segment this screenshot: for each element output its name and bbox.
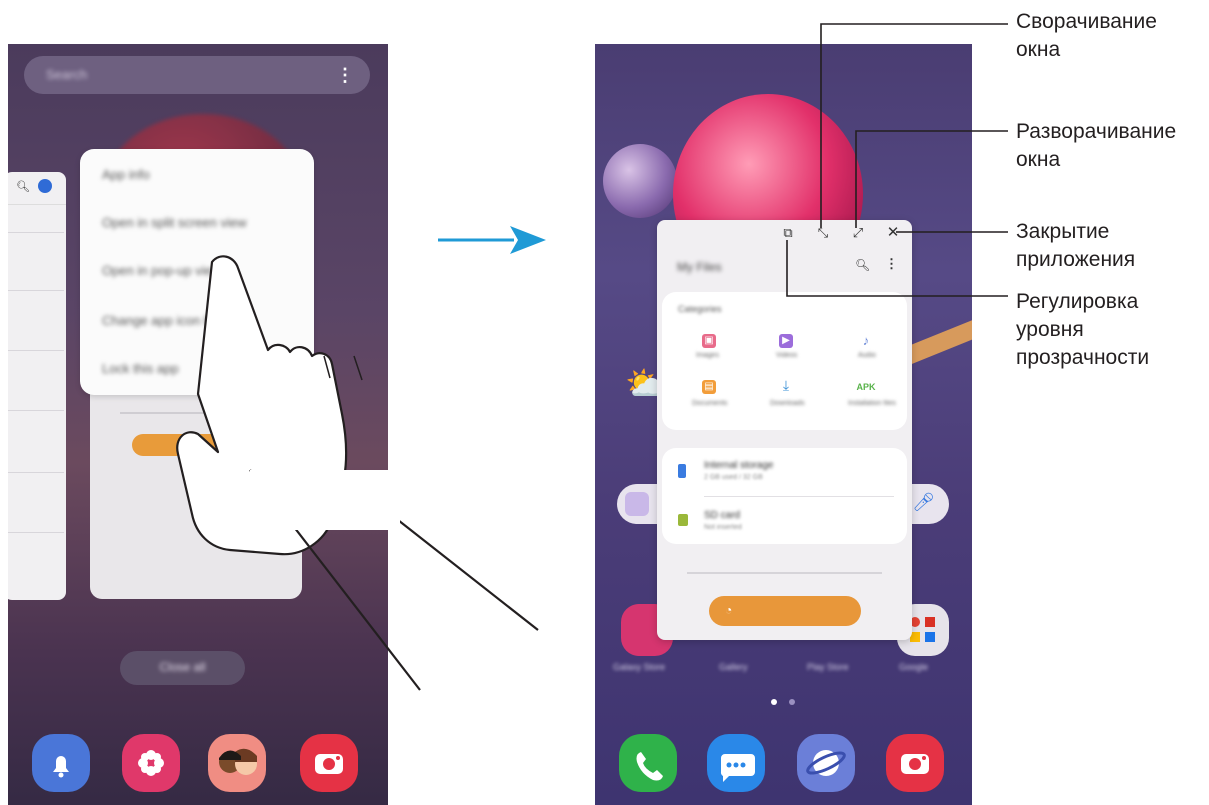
category-label: Installation files — [848, 400, 896, 407]
audio-icon[interactable]: ♪ — [859, 334, 873, 348]
category-label: Videos — [776, 352, 798, 359]
camera-icon[interactable] — [886, 734, 944, 792]
sd-card-icon — [678, 514, 688, 526]
internet-browser-icon[interactable] — [797, 734, 855, 792]
annotation-close: Закрытие приложения — [1016, 218, 1135, 274]
analyze-storage-button[interactable]: ◔ — [709, 596, 861, 626]
category-label: Documents — [692, 400, 728, 407]
annotation-transparency-line2: уровня — [1016, 318, 1084, 341]
category-label: Audio — [858, 352, 876, 359]
window-app-title: My Files — [677, 260, 722, 274]
documents-icon[interactable]: ▤ — [702, 380, 716, 394]
annotation-close-line2: приложения — [1016, 248, 1136, 271]
apk-icon[interactable]: APK — [852, 380, 880, 394]
annotation-maximize-line2: окна — [1016, 148, 1061, 171]
analyze-icon: ◔ — [725, 603, 733, 617]
phone-storage-icon — [678, 464, 686, 478]
annotation-minimize-line2: окна — [1016, 38, 1061, 61]
phone-icon[interactable] — [619, 734, 677, 792]
annotation-maximize: Разворачивание окна — [1016, 118, 1176, 174]
app-label-gallery: Gallery — [719, 662, 748, 672]
app-label-google: Google — [899, 662, 929, 672]
search-icon[interactable]: 🔍︎ — [855, 258, 870, 272]
images-icon[interactable]: ▣ — [702, 334, 716, 348]
category-label: Downloads — [770, 400, 805, 407]
annotation-maximize-line1: Разворачивание — [1016, 120, 1177, 143]
categories-title: Categories — [678, 304, 722, 314]
downloads-icon[interactable]: ⤓ — [779, 378, 793, 392]
hand-gesture-illustration — [176, 255, 539, 691]
close-icon[interactable]: ✕ — [885, 225, 901, 241]
right-phone-screen: ⛅ 🎤︎ Galaxy Store Gallery Play Store Goo… — [595, 44, 972, 805]
transition-arrow-icon — [438, 226, 546, 254]
page-indicator-active — [771, 699, 777, 705]
minimize-icon[interactable]: ⤡ — [815, 225, 831, 241]
annotation-transparency-line3: прозрачности — [1016, 346, 1150, 369]
annotation-minimize: Сворачивание окна — [1016, 8, 1157, 64]
messages-icon[interactable] — [707, 734, 765, 792]
storage-detail: Not inserted — [704, 524, 742, 531]
google-logo-icon — [625, 492, 649, 516]
videos-icon[interactable]: ▶ — [779, 334, 793, 348]
window-title-bar[interactable]: ⧉ ⤡ ⤢ ✕ — [657, 220, 912, 246]
page-indicator[interactable] — [789, 699, 795, 705]
storage-detail: 2 GB used / 32 GB — [704, 474, 763, 481]
mic-icon[interactable]: 🎤︎ — [912, 492, 935, 513]
annotation-transparency: Регулировка уровня прозрачности — [1016, 288, 1149, 372]
storage-name[interactable]: Internal storage — [704, 460, 774, 471]
categories-card: Categories ▣ ▶ ♪ Images Videos Audio ▤ ⤓… — [662, 292, 907, 430]
annotation-minimize-line1: Сворачивание — [1016, 10, 1157, 33]
storage-card: Internal storage 2 GB used / 32 GB SD ca… — [662, 448, 907, 544]
wallpaper-bubble — [603, 144, 677, 218]
category-label: Images — [696, 352, 719, 359]
maximize-icon[interactable]: ⤢ — [850, 225, 866, 241]
annotation-transparency-line1: Регулировка — [1016, 290, 1139, 313]
annotation-close-line1: Закрытие — [1016, 220, 1110, 243]
storage-name[interactable]: SD card — [704, 510, 740, 521]
app-label-play-store: Play Store — [807, 662, 849, 672]
app-label-galaxy-store: Galaxy Store — [613, 662, 666, 672]
pop-up-window[interactable]: ⧉ ⤡ ⤢ ✕ My Files 🔍︎ ⋮ Categories ▣ ▶ ♪ I… — [657, 220, 912, 640]
transparency-icon[interactable]: ⧉ — [780, 225, 796, 241]
more-options-icon[interactable]: ⋮ — [885, 256, 898, 272]
